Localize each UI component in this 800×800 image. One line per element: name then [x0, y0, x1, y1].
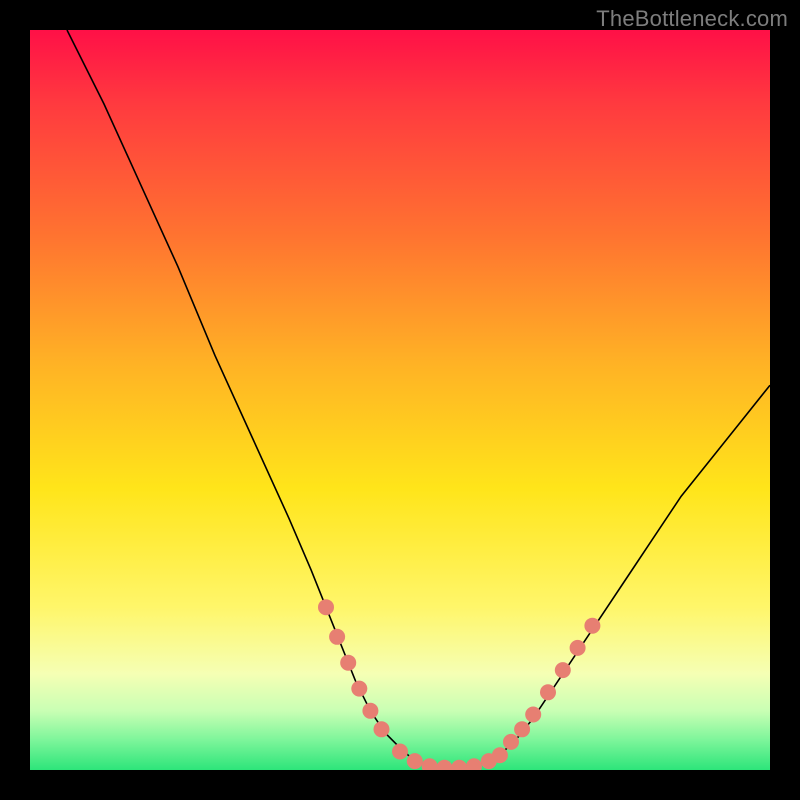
data-dot: [570, 640, 586, 656]
data-dot: [340, 655, 356, 671]
data-dot: [422, 758, 438, 770]
data-dot: [555, 662, 571, 678]
data-dot: [451, 760, 467, 770]
chart-plot-area: [30, 30, 770, 770]
data-dot: [374, 721, 390, 737]
data-dot: [540, 684, 556, 700]
data-dot: [362, 703, 378, 719]
data-dot: [351, 681, 367, 697]
data-dot: [318, 599, 334, 615]
data-dot: [407, 753, 423, 769]
data-dot: [503, 734, 519, 750]
watermark-text: TheBottleneck.com: [596, 6, 788, 32]
data-dot: [329, 629, 345, 645]
data-dot: [584, 618, 600, 634]
data-dot: [466, 758, 482, 770]
data-dots-group: [318, 599, 600, 770]
data-dot: [392, 744, 408, 760]
bottleneck-curve: [67, 30, 770, 768]
data-dot: [492, 747, 508, 763]
data-dot: [525, 707, 541, 723]
data-dot: [436, 760, 452, 770]
data-dot: [514, 721, 530, 737]
chart-svg: [30, 30, 770, 770]
